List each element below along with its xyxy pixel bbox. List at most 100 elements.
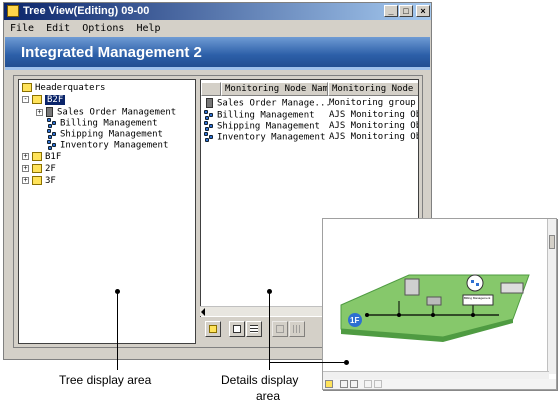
menu-file[interactable]: File — [10, 23, 34, 34]
details-area-label-1: Details display — [221, 373, 299, 387]
ajs-monitor-icon — [47, 118, 57, 128]
tree-node-b2f[interactable]: - B2F — [22, 95, 66, 106]
folder-icon — [209, 325, 217, 333]
map-horizontal-scrollbar[interactable] — [323, 371, 549, 379]
small-icon-icon — [293, 325, 301, 333]
node-type-cell: AJS Monitoring Ob — [329, 121, 419, 131]
map-toolbar — [323, 379, 556, 389]
list-view-button[interactable] — [246, 321, 262, 337]
scroll-left-icon[interactable] — [201, 308, 205, 316]
tree-area-label: Tree display area — [59, 373, 152, 387]
tree-view-button[interactable] — [325, 380, 333, 388]
app-icon — [7, 5, 19, 17]
tree-area-leader — [117, 291, 118, 370]
expand-icon[interactable]: + — [22, 153, 29, 160]
ajs-monitor-icon — [204, 110, 214, 120]
folder-icon — [32, 164, 42, 173]
map-vertical-scrollbar[interactable] — [547, 219, 556, 374]
floor-badge: 1F — [350, 316, 360, 325]
large-icon-button[interactable] — [272, 321, 288, 337]
tree-node-label: 2F — [45, 164, 56, 174]
banner-divider — [5, 67, 430, 70]
building-icon — [22, 83, 32, 92]
window-title: Tree View(Editing) 09-00 — [23, 5, 150, 17]
expand-icon[interactable]: + — [22, 177, 29, 184]
map-view[interactable]: 1F Billing Management — [322, 218, 557, 390]
floor-map — [340, 274, 530, 342]
tree-node-shipping[interactable]: Shipping Management — [47, 129, 163, 140]
tree-node-label: B1F — [45, 152, 62, 162]
network-node — [397, 313, 401, 317]
tree-root[interactable]: Headerquaters — [22, 83, 105, 94]
menu-help[interactable]: Help — [136, 23, 160, 34]
map-icon — [233, 325, 241, 333]
tree-node-3f[interactable]: +3F — [22, 176, 56, 187]
title-bar: Tree View(Editing) 09-00 _ □ × — [4, 3, 431, 20]
tree-node-inventory[interactable]: Inventory Management — [47, 140, 168, 151]
node-type-cell: Monitoring group — [329, 98, 416, 108]
scroll-thumb[interactable] — [549, 235, 555, 249]
small-icon-button[interactable] — [289, 321, 305, 337]
map-view-button[interactable] — [340, 380, 348, 388]
folder-icon — [32, 95, 42, 104]
tree-node-b1f[interactable]: + B1F — [22, 152, 61, 163]
server-icon — [206, 98, 213, 108]
maximize-button[interactable]: □ — [399, 5, 413, 17]
expand-icon[interactable]: + — [22, 165, 29, 172]
table-row[interactable]: Shipping Management AJS Monitoring Ob — [201, 121, 418, 132]
node-name-cell: Sales Order Manage... — [217, 98, 331, 109]
details-area-label-2: area — [256, 389, 281, 403]
tree-panel[interactable]: Headerquaters - B2F + Sales Order Manageme… — [18, 79, 196, 344]
table-row[interactable]: Billing Management AJS Monitoring Ob — [201, 110, 418, 121]
folder-icon — [32, 152, 42, 161]
table-row[interactable]: Inventory Management AJS Monitoring Ob — [201, 132, 418, 143]
expand-icon[interactable]: + — [36, 108, 43, 116]
tree-node-label: Shipping Management — [60, 129, 163, 140]
list-icon — [250, 325, 258, 333]
column-header-name[interactable]: Monitoring Node Name — [221, 82, 328, 96]
column-header-type[interactable]: Monitoring Node Type — [328, 82, 418, 96]
banner-title: Integrated Management 2 — [21, 44, 202, 61]
tree-node-label: Billing Management — [60, 118, 158, 129]
node-type-cell: AJS Monitoring Ob — [329, 132, 419, 142]
ajs-monitor-icon — [466, 274, 484, 292]
collapse-icon[interactable]: - — [22, 96, 29, 103]
ajs-monitor-dot — [471, 280, 474, 283]
map-view-button[interactable] — [229, 321, 245, 337]
tree-view-button[interactable] — [205, 321, 221, 337]
menu-bar: File Edit Options Help — [4, 21, 431, 37]
menu-options[interactable]: Options — [82, 23, 124, 34]
tree-node-label: Sales Order Management — [57, 107, 177, 118]
large-icon-icon — [276, 325, 284, 333]
equipment-icon — [404, 278, 420, 296]
column-header-icon[interactable] — [201, 82, 221, 96]
node-name-cell: Inventory Management — [217, 132, 326, 143]
ajs-monitor-dot — [476, 283, 479, 286]
tree-node-label: B2F — [45, 95, 66, 105]
tree-node-2f[interactable]: +2F — [22, 164, 56, 175]
ajs-monitor-icon — [204, 132, 214, 142]
billing-label: Billing Management — [464, 296, 491, 300]
small-icon-button[interactable] — [374, 380, 382, 388]
menu-edit[interactable]: Edit — [46, 23, 70, 34]
ajs-monitor-icon — [47, 129, 57, 139]
minimize-button[interactable]: _ — [384, 5, 398, 17]
truck-icon — [500, 282, 524, 294]
list-view-button[interactable] — [350, 380, 358, 388]
tree-node-label: 3F — [45, 176, 56, 186]
map-area-leader — [269, 362, 347, 363]
equipment-icon — [426, 296, 442, 306]
close-button[interactable]: × — [416, 5, 430, 17]
network-node — [431, 313, 435, 317]
details-area-leader — [269, 291, 270, 370]
table-row[interactable]: Sales Order Manage... Monitoring group — [201, 98, 416, 109]
node-type-cell: AJS Monitoring Ob — [329, 110, 419, 120]
large-icon-button[interactable] — [364, 380, 372, 388]
tree-node-billing[interactable]: Billing Management — [47, 118, 158, 129]
ajs-monitor-icon — [47, 140, 57, 150]
ajs-monitor-icon — [204, 121, 214, 131]
tree-node-label: Inventory Management — [60, 140, 169, 151]
node-name-cell: Billing Management — [217, 110, 315, 121]
folder-icon — [32, 176, 42, 185]
tree-node-sales[interactable]: + Sales Order Management — [36, 107, 176, 118]
